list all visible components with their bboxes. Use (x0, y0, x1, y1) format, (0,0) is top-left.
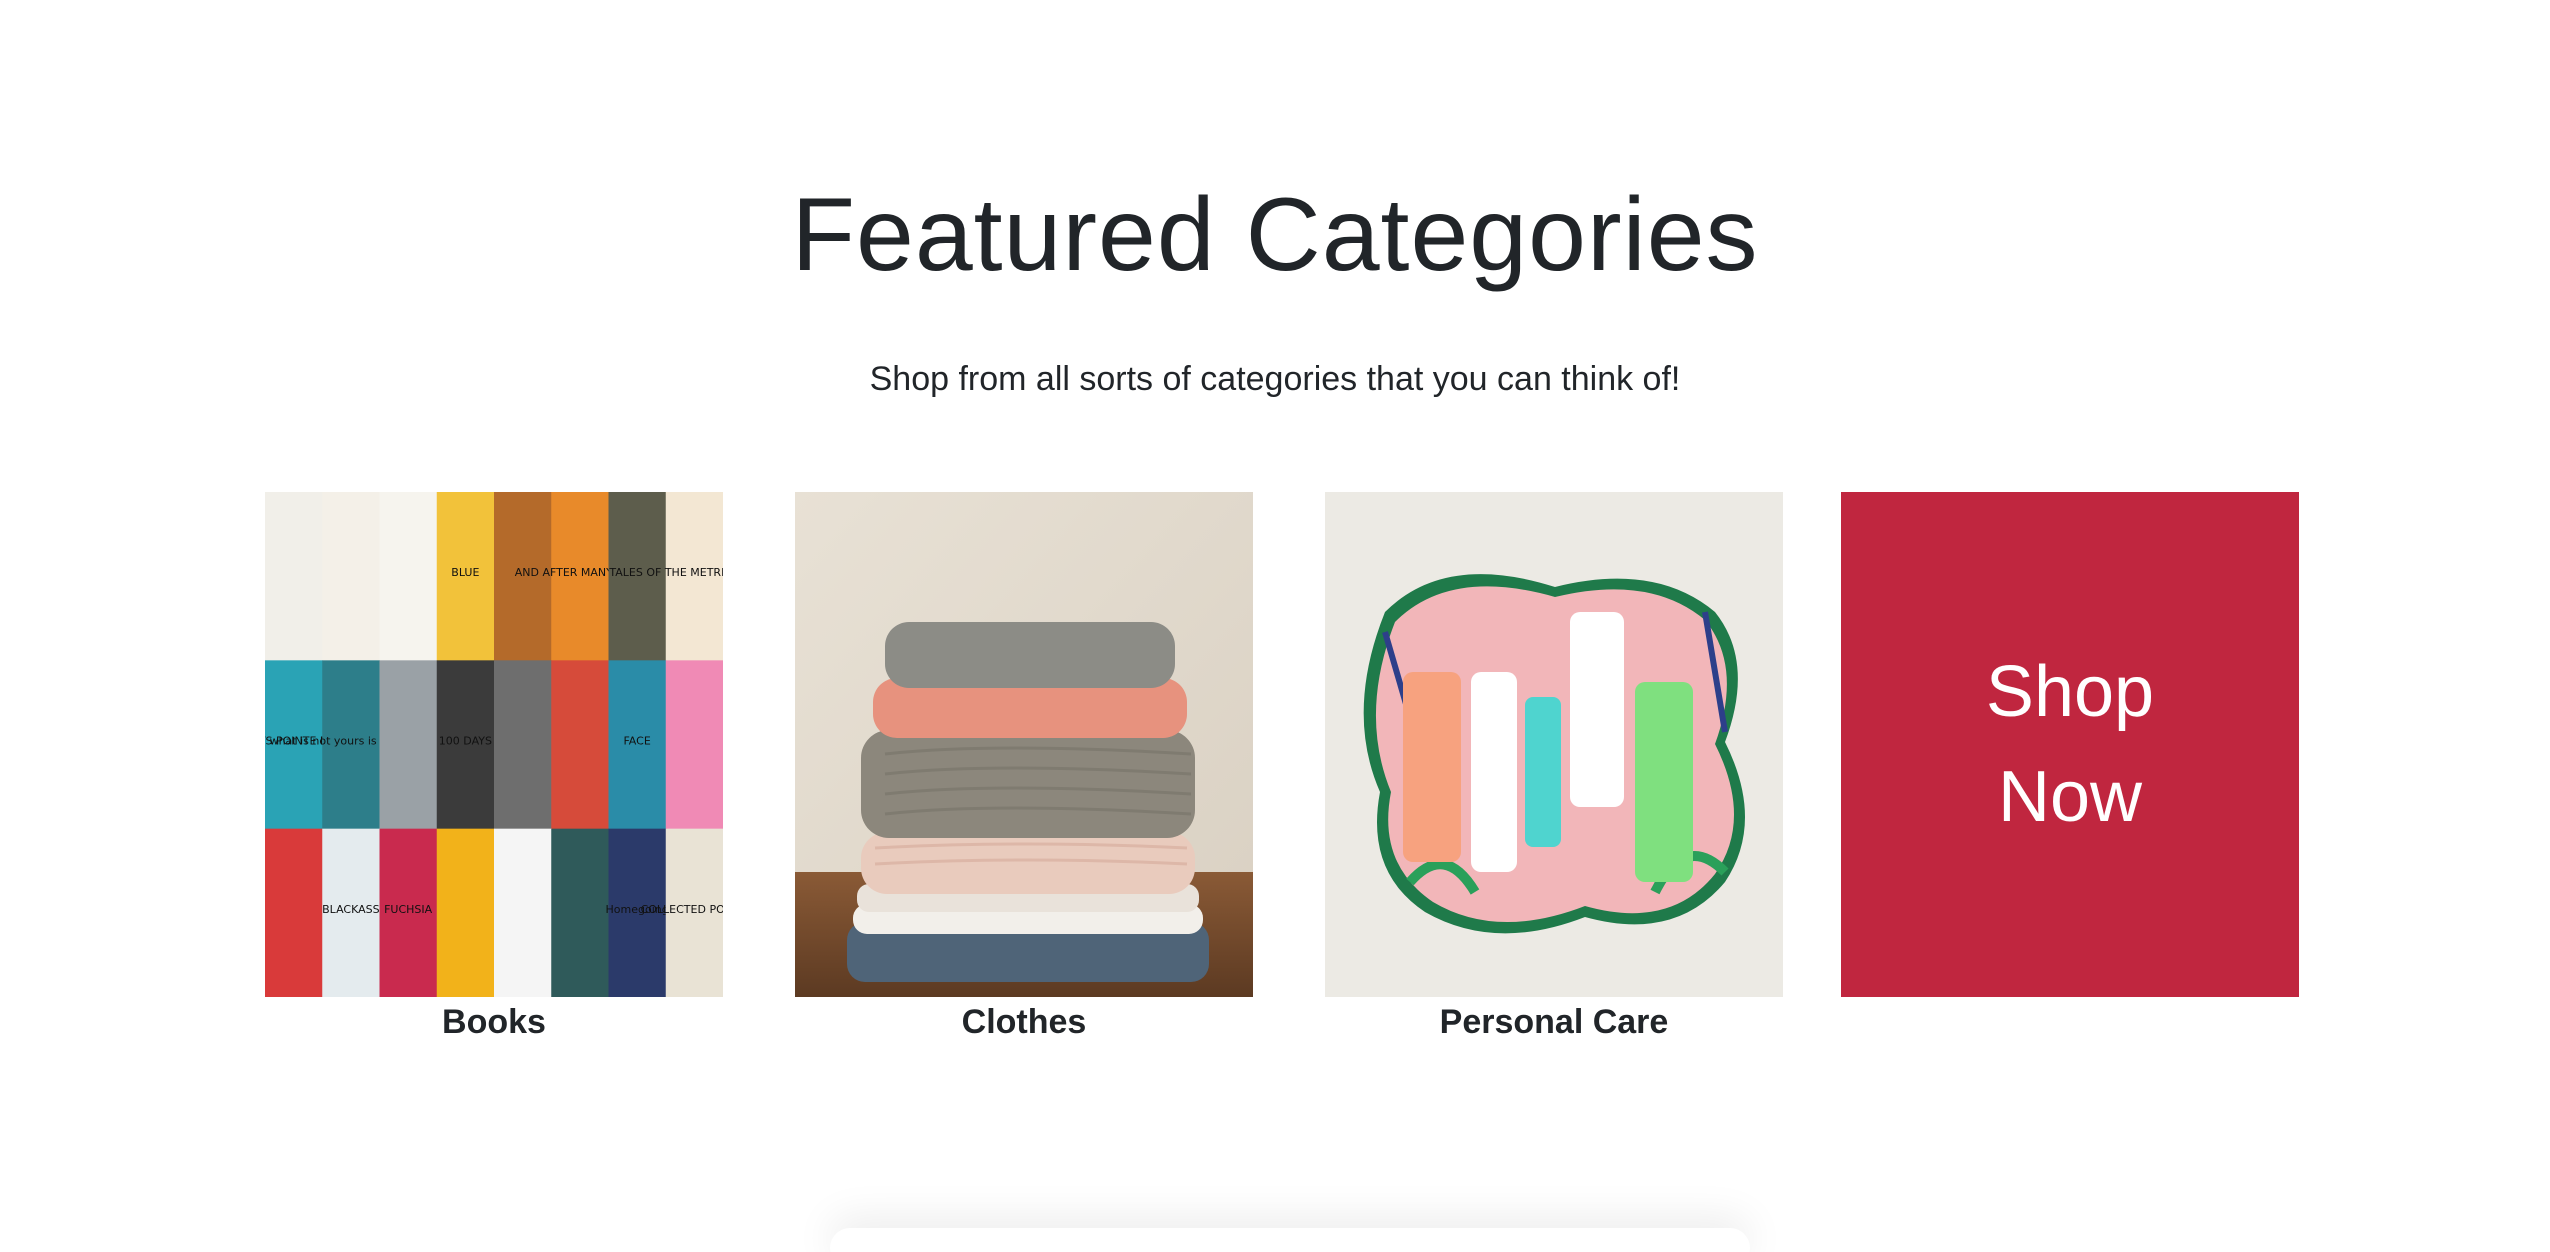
book-cover (494, 828, 552, 997)
featured-categories-page: Featured Categories Shop from all sorts … (0, 0, 2550, 1252)
book-cover-title: COLLECTED POEMS (641, 903, 723, 916)
category-card-clothes[interactable]: Clothes (795, 492, 1253, 1042)
skincare-tubes-image (1325, 492, 1783, 997)
book-cover-title: TALES OF THE METRIC SYSTEM (608, 566, 723, 579)
book-cover: 100 DAYS (436, 660, 495, 830)
category-card-books[interactable]: BLUE AND AFTER MANY DAYS TALES OF THE METR… (265, 492, 723, 1042)
book-cover (322, 492, 380, 661)
book-cover-title: BLUE (451, 566, 479, 579)
book-cover (551, 828, 609, 997)
book-cover-title: 100 DAYS (439, 735, 492, 748)
section-title: Featured Categories (791, 177, 1759, 293)
category-label-clothes[interactable]: Clothes (795, 1003, 1253, 1042)
book-cover (379, 492, 438, 661)
book-cover: FUCHSIA (379, 828, 438, 997)
book-cover: FACE (608, 660, 667, 830)
shop-now-line1: Shop (1985, 652, 2155, 733)
personal-care-image[interactable] (1325, 492, 1783, 997)
book-cover (436, 828, 495, 997)
book-covers-collage: BLUE AND AFTER MANY DAYSTALES OF THE METR… (265, 492, 723, 997)
book-cover (379, 660, 438, 830)
book-cover-title: FUCHSIA (384, 903, 433, 916)
book-cover: BLUE (436, 492, 495, 661)
clothes-image[interactable] (795, 492, 1253, 997)
book-cover-title: FACE (623, 735, 650, 748)
book-cover: BLACKASS (322, 828, 380, 997)
book-cover (265, 492, 323, 661)
category-card-personal-care[interactable]: Personal Care (1325, 492, 1783, 1042)
footer-shadow-bar (830, 1228, 1750, 1252)
book-cover (551, 660, 609, 830)
section-subtitle: Shop from all sorts of categories that y… (869, 360, 1681, 398)
book-cover (665, 660, 723, 830)
category-label-personal-care[interactable]: Personal Care (1325, 1003, 1783, 1042)
book-cover (494, 660, 552, 830)
book-cover-title: BLACKASS (322, 903, 379, 916)
shop-now-line2: Now (1997, 756, 2143, 837)
category-label-books[interactable]: Books (265, 1003, 723, 1042)
book-cover (265, 828, 323, 997)
books-image[interactable]: BLUE AND AFTER MANY DAYS TALES OF THE METR… (265, 492, 723, 997)
stacked-sweaters-image (795, 492, 1253, 997)
shop-now-button[interactable]: Shop Now (1841, 492, 2299, 997)
